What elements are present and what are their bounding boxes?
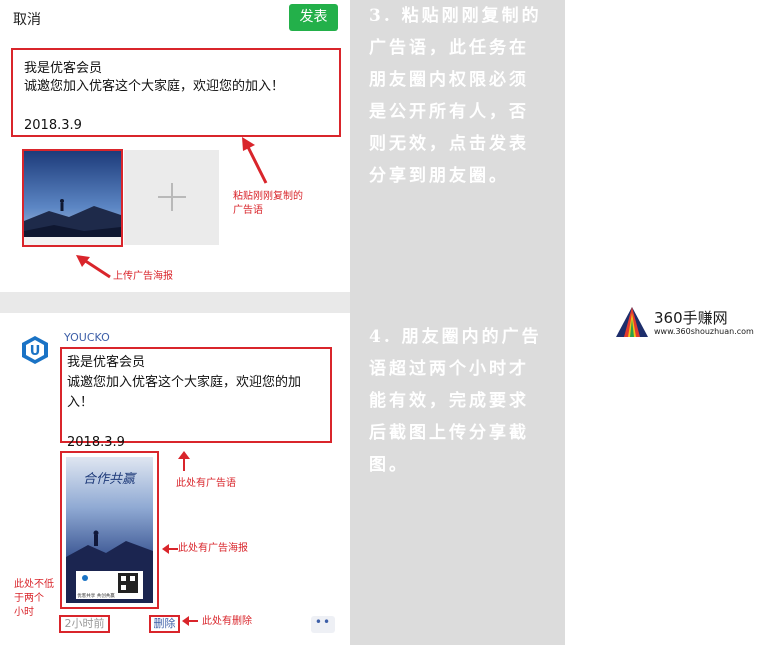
delete-link[interactable]: 删除 [149,615,180,633]
instruction-line: 朋友圈内权限必须 [369,70,529,90]
logo-name: 360手赚网 [654,309,728,327]
poster-image: 合作共赢 优客共享 共创共赢 [66,457,153,603]
arrow-annotation [182,616,198,626]
instruction-line: 广告语，此任务在 [369,38,529,58]
arrow-annotation [178,451,190,471]
post-date: 2018.3.9 [24,118,82,133]
instruction-line: 是公开所有人，否 [369,102,529,122]
avatar[interactable]: U [20,335,50,365]
instruction-line: 3. 粘贴刚刚复制的 [369,6,542,26]
logo-mark-icon [616,307,648,337]
instruction-step3: 3. 粘贴刚刚复制的 广告语，此任务在 朋友圈内权限必须 是公开所有人，否 则无… [369,0,559,192]
arrow-annotation [76,255,111,279]
avatar-letter: U [30,344,41,359]
poster-thumbnail[interactable] [22,149,123,247]
instruction-line: 分享到朋友圈。 [369,166,509,186]
poster-footer: 优客共享 共创共赢 [77,592,115,599]
post-text-line: 我是优客会员 [24,61,103,76]
plus-icon [171,183,173,211]
moment-poster[interactable]: 合作共赢 优客共享 共创共赢 [60,451,159,609]
moment-text-line: 入！ [67,395,94,410]
cancel-button[interactable]: 取消 [13,9,41,29]
moment-text-line: 诚邀您加入优客这个大家庭，欢迎您的加 [67,375,302,390]
poster-title: 合作共赢 [83,471,137,487]
post-text-line: 诚邀您加入优客这个大家庭，欢迎您的加入！ [24,79,285,94]
time-ago: 2小时前 [59,615,110,633]
compose-panel: 取消 发表 我是优客会员 诚邀您加入优客这个大家庭，欢迎您的加入！ 2018.3… [0,0,350,292]
annotation-slogan: 此处有广告语 [176,478,236,489]
arrow-annotation [162,544,178,554]
instruction-step4: 4. 朋友圈内的广告 语超过两个小时才 能有效，完成要求 后截图上传分享截 图。 [369,321,559,481]
poster-image [24,151,121,245]
annotation-poster: 此处有广告海报 [178,543,248,554]
annotation-paste: 粘贴刚刚复制的 广告语 [233,191,303,216]
username-link[interactable]: YOUCKO [64,331,110,344]
add-image-button[interactable] [124,150,219,245]
arrow-annotation [242,137,268,184]
publish-button[interactable]: 发表 [289,4,338,31]
instruction-line: 则无效，点击发表 [369,134,529,154]
moment-date: 2018.3.9 [67,435,125,450]
annotation-time: 此处不低 于两个 小时 [14,579,54,618]
instruction-line: 图。 [369,455,409,475]
instruction-line: 能有效，完成要求 [369,391,529,411]
site-logo: 360手赚网 www.360shouzhuan.com [614,305,763,345]
instruction-line: 4. 朋友圈内的广告 [369,327,542,347]
instruction-line: 后截图上传分享截 [369,423,529,443]
annotation-upload: 上传广告海报 [113,271,173,282]
moment-panel: U YOUCKO 我是优客会员 诚邀您加入优客这个大家庭，欢迎您的加 入！ 20… [0,313,350,645]
moment-text-line: 我是优客会员 [67,355,146,370]
annotation-delete: 此处有删除 [202,616,252,627]
moment-text: 我是优客会员 诚邀您加入优客这个大家庭，欢迎您的加 入！ 2018.3.9 [60,347,332,450]
instruction-line: 语超过两个小时才 [369,359,529,379]
more-icon[interactable]: •• [311,616,335,633]
logo-url: www.360shouzhuan.com [654,327,754,336]
post-text-input[interactable]: 我是优客会员 诚邀您加入优客这个大家庭，欢迎您的加入！ 2018.3.9 [11,48,341,137]
